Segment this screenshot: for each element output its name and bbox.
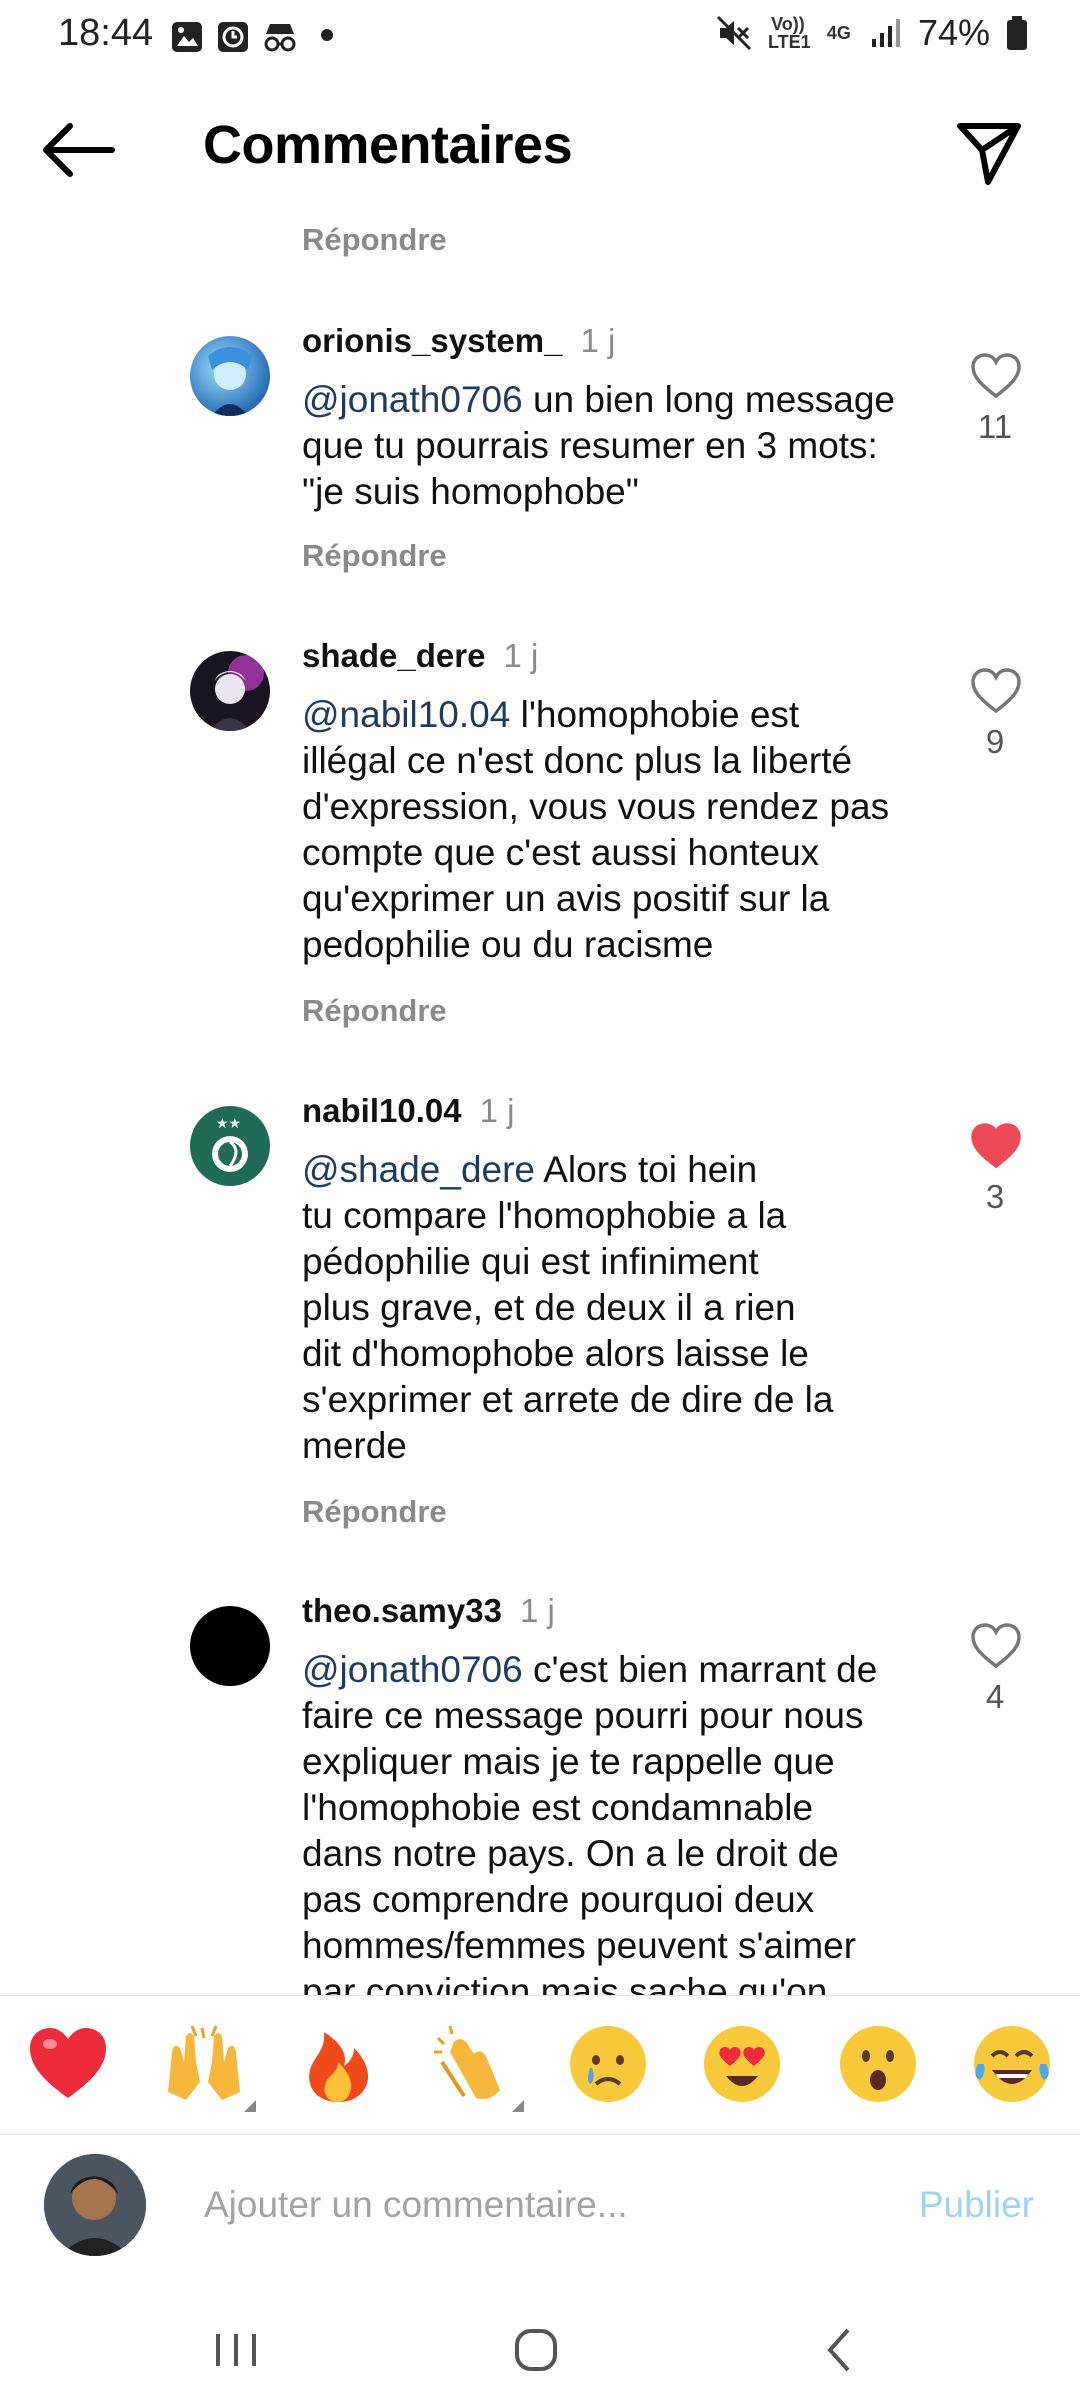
comment-username[interactable]: orionis_system_	[302, 322, 562, 359]
comment-line: l'homophobie est	[510, 694, 800, 735]
comment-line: un bien long message	[522, 379, 895, 420]
comment-meta: shade_dere 1 j	[302, 637, 538, 675]
back-arrow-icon[interactable]	[40, 122, 116, 178]
comment-line: merde	[302, 1425, 407, 1466]
emoji-quick-bar	[0, 1995, 1080, 2135]
emoji-heart-eyes-button[interactable]	[700, 2022, 784, 2106]
mention-link[interactable]: @jonath0706	[302, 379, 523, 420]
comment-text: @nabil10.04 l'homophobie est illégal ce …	[302, 692, 942, 968]
emoji-heart-button[interactable]	[26, 2022, 110, 2106]
image-icon	[172, 22, 202, 52]
comment-line: compte que c'est aussi honteux	[302, 832, 820, 873]
like-heart-icon[interactable]	[970, 352, 1022, 400]
comment-line: tu compare l'homophobie a la	[302, 1195, 787, 1236]
comment-meta: theo.samy33 1 j	[302, 1592, 555, 1630]
current-user-avatar	[44, 2154, 146, 2256]
like-heart-icon[interactable]	[970, 667, 1022, 715]
signal-icon	[871, 19, 900, 47]
like-count: 9	[985, 723, 1005, 760]
comment-text: @shade_dere Alors toi hein tu compare l'…	[302, 1147, 942, 1469]
svg-text:★★: ★★	[216, 1116, 241, 1132]
volte-indicator: Vo)) LTE1	[767, 14, 811, 52]
mention-link[interactable]: @nabil10.04	[302, 694, 510, 735]
comment-line: qu'exprimer un avis positif sur la	[302, 878, 830, 919]
comment-line: d'expression, vous vous rendez pas	[302, 786, 890, 827]
comment-line: "je suis homophobe"	[302, 471, 639, 512]
incognito-icon	[264, 24, 296, 52]
reply-button[interactable]: Répondre	[302, 1494, 447, 1530]
recent-apps-icon[interactable]	[196, 2320, 276, 2380]
avatar[interactable]	[190, 336, 270, 416]
home-icon[interactable]	[496, 2320, 576, 2380]
comment-line: dit d'homophobe alors laisse le	[302, 1333, 809, 1374]
comment-line: dans notre pays. On a le droit de	[302, 1833, 839, 1874]
system-nav-bar	[0, 2290, 1080, 2408]
alarm-icon	[218, 22, 248, 52]
like-count: 11	[977, 408, 1013, 445]
comment-line: expliquer mais je te rappelle que	[302, 1741, 835, 1782]
comment-input[interactable]	[202, 2174, 886, 2236]
comment-line: pedophilie ou du racisme	[302, 924, 714, 965]
mention-link[interactable]: @shade_dere	[302, 1149, 535, 1190]
emoji-fire-button[interactable]	[296, 2022, 380, 2106]
mention-link[interactable]: @jonath0706	[302, 1649, 523, 1690]
avatar[interactable]	[190, 1606, 270, 1686]
comment-username[interactable]: nabil10.04	[302, 1092, 462, 1129]
avatar[interactable]: ★★	[190, 1106, 270, 1186]
comment-meta: nabil10.04 1 j	[302, 1092, 514, 1130]
comment-time: 1 j	[479, 1092, 515, 1129]
like-heart-filled-icon[interactable]	[970, 1122, 1022, 1170]
reply-button[interactable]: Répondre	[302, 222, 447, 258]
mute-icon	[716, 15, 751, 51]
send-icon[interactable]	[954, 118, 1024, 188]
like-count: 3	[985, 1178, 1005, 1215]
reply-button[interactable]: Répondre	[302, 993, 447, 1029]
emoji-surprised-face-button[interactable]	[836, 2022, 920, 2106]
reply-button[interactable]: Répondre	[302, 538, 447, 574]
comment-meta: orionis_system_ 1 j	[302, 322, 615, 360]
avatar[interactable]	[190, 651, 270, 731]
status-bar: 18:44 Vo)) LTE1 4G 74%	[0, 0, 1080, 70]
status-time: 18:44	[58, 12, 154, 54]
comment-username[interactable]: shade_dere	[302, 637, 485, 674]
page-title: Commentaires	[203, 115, 573, 175]
network-4g-indicator: 4G	[826, 23, 851, 43]
publish-button[interactable]: Publier	[919, 2184, 1034, 2226]
comment-time: 1 j	[519, 1592, 555, 1629]
like-count: 4	[985, 1678, 1005, 1715]
comment-line: que tu pourrais resumer en 3 mots:	[302, 425, 878, 466]
comment-line: l'homophobie est condamnable	[302, 1787, 814, 1828]
emoji-raised-hands-button[interactable]	[162, 2022, 256, 2112]
comment-line: pas comprendre pourquoi deux	[302, 1879, 815, 1920]
emoji-clapping-button[interactable]	[430, 2022, 524, 2112]
comment-line: faire ce message pourri pour nous	[302, 1695, 864, 1736]
comment-time: 1 j	[503, 637, 539, 674]
comment-line: s'exprimer et arrete de dire de la	[302, 1379, 834, 1420]
comment-line: illégal ce n'est donc plus la liberté	[302, 740, 853, 781]
emoji-crying-face-button[interactable]	[566, 2022, 650, 2106]
comment-line: pédophilie qui est infiniment	[302, 1241, 759, 1282]
comment-line: hommes/femmes peuvent s'aimer	[302, 1925, 857, 1966]
comment-text: @jonath0706 un bien long message que tu …	[302, 377, 942, 515]
comment-line: Alors toi hein	[535, 1149, 758, 1190]
comment-composer: Publier	[0, 2134, 1080, 2284]
comment-time: 1 j	[580, 322, 616, 359]
comment-line: c'est bien marrant de	[522, 1649, 878, 1690]
status-right: Vo)) LTE1 4G 74%	[716, 12, 1028, 54]
emoji-tears-of-joy-button[interactable]	[970, 2022, 1054, 2106]
comment-text: @jonath0706 c'est bien marrant de faire …	[302, 1647, 942, 2015]
battery-percent: 74%	[917, 12, 990, 53]
like-heart-icon[interactable]	[970, 1622, 1022, 1670]
back-nav-icon[interactable]	[800, 2320, 880, 2380]
comment-username[interactable]: theo.samy33	[302, 1592, 502, 1629]
comment-line: plus grave, et de deux il a rien	[302, 1287, 796, 1328]
header: Commentaires	[0, 100, 1080, 200]
battery-icon	[1007, 16, 1027, 50]
dot-icon	[321, 29, 333, 41]
